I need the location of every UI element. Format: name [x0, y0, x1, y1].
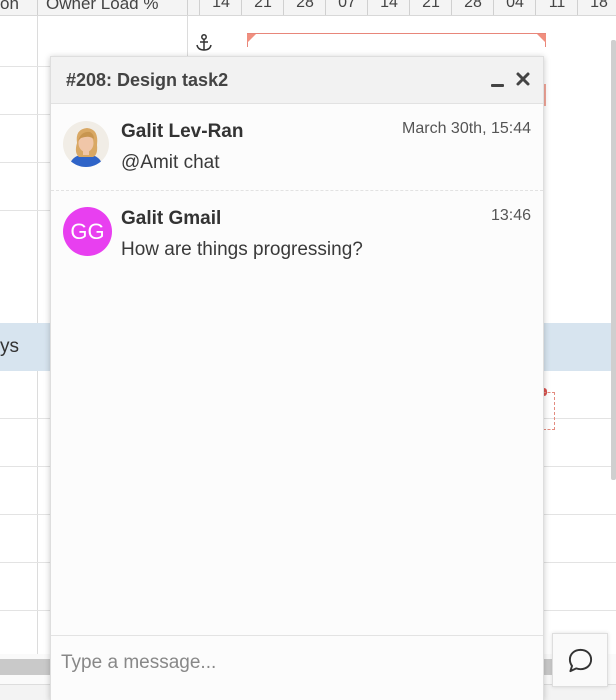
column-divider: [187, 0, 188, 15]
column-divider: [199, 0, 200, 15]
date-column-header[interactable]: 21: [244, 0, 282, 15]
selected-row-label: ys: [0, 336, 19, 357]
grid-hline: [544, 562, 616, 563]
column-header-partial[interactable]: on: [0, 0, 19, 15]
date-column-header[interactable]: 14: [202, 0, 240, 15]
chat-bubble-icon: [568, 648, 593, 673]
chat-toggle-button[interactable]: [552, 633, 608, 687]
grid-hline: [0, 514, 50, 515]
date-column-header[interactable]: 04: [496, 0, 534, 15]
gantt-placeholder-bar[interactable]: [543, 392, 555, 430]
date-column-header[interactable]: 28: [286, 0, 324, 15]
column-divider: [451, 0, 452, 15]
grid-hline: [0, 162, 50, 163]
grid-hline: [0, 66, 50, 67]
date-column-header[interactable]: 11: [538, 0, 576, 15]
column-divider: [37, 0, 38, 15]
grid-hline: [0, 466, 50, 467]
message-text: @Amit chat: [121, 152, 220, 173]
anchor-icon[interactable]: [194, 33, 214, 53]
message-text: How are things progressing?: [121, 239, 363, 260]
chat-header: #208: Design task2: [51, 57, 543, 104]
grid-hline: [0, 210, 50, 211]
date-column-header[interactable]: 28: [454, 0, 492, 15]
vertical-scrollbar[interactable]: [611, 40, 616, 480]
chat-panel: #208: Design task2 Galit Lev-Ran March 3: [50, 56, 544, 700]
user-photo-icon: [63, 121, 109, 167]
chat-input-area: [51, 635, 543, 700]
column-divider: [493, 0, 494, 15]
grid-hline: [0, 418, 50, 419]
grid-hline: [544, 466, 616, 467]
message-timestamp: March 30th, 15:44: [402, 120, 531, 137]
column-divider: [577, 0, 578, 15]
message-input[interactable]: [61, 648, 529, 678]
grid-hline: [0, 610, 50, 611]
avatar: [63, 121, 109, 167]
chat-title: #208: Design task2: [66, 70, 229, 90]
message-author[interactable]: Galit Gmail: [121, 208, 221, 230]
grid-hline: [0, 562, 50, 563]
grid-hline: [0, 114, 50, 115]
date-column-header[interactable]: 18: [580, 0, 616, 15]
date-column-header[interactable]: 07: [328, 0, 366, 15]
minimize-icon[interactable]: [491, 74, 505, 88]
column-divider: [535, 0, 536, 15]
column-divider: [325, 0, 326, 15]
app-root: on Owner Load % 14 21 28 07 14 21 28 04 11 18 ys …: [0, 0, 616, 700]
grid-hline: [544, 514, 616, 515]
close-icon[interactable]: [515, 71, 531, 87]
grid-hline: [544, 610, 616, 611]
message-timestamp: 13:46: [490, 207, 531, 224]
owner-load-column-header[interactable]: Owner Load %: [46, 0, 158, 15]
avatar: GG: [63, 207, 112, 256]
gantt-task-bar[interactable]: [247, 33, 546, 47]
message-author[interactable]: Galit Lev-Ran: [121, 121, 243, 143]
grid-header: on Owner Load % 14 21 28 07 14 21 28 04 11 18: [0, 0, 616, 16]
chat-message: Galit Lev-Ran March 30th, 15:44 @Amit ch…: [51, 105, 543, 191]
date-column-header[interactable]: 21: [412, 0, 450, 15]
column-divider: [283, 0, 284, 15]
date-column-header[interactable]: 14: [370, 0, 408, 15]
column-divider: [409, 0, 410, 15]
column-divider: [367, 0, 368, 15]
column-divider: [241, 0, 242, 15]
chat-message: GG Galit Gmail 13:46 How are things prog…: [51, 192, 543, 282]
